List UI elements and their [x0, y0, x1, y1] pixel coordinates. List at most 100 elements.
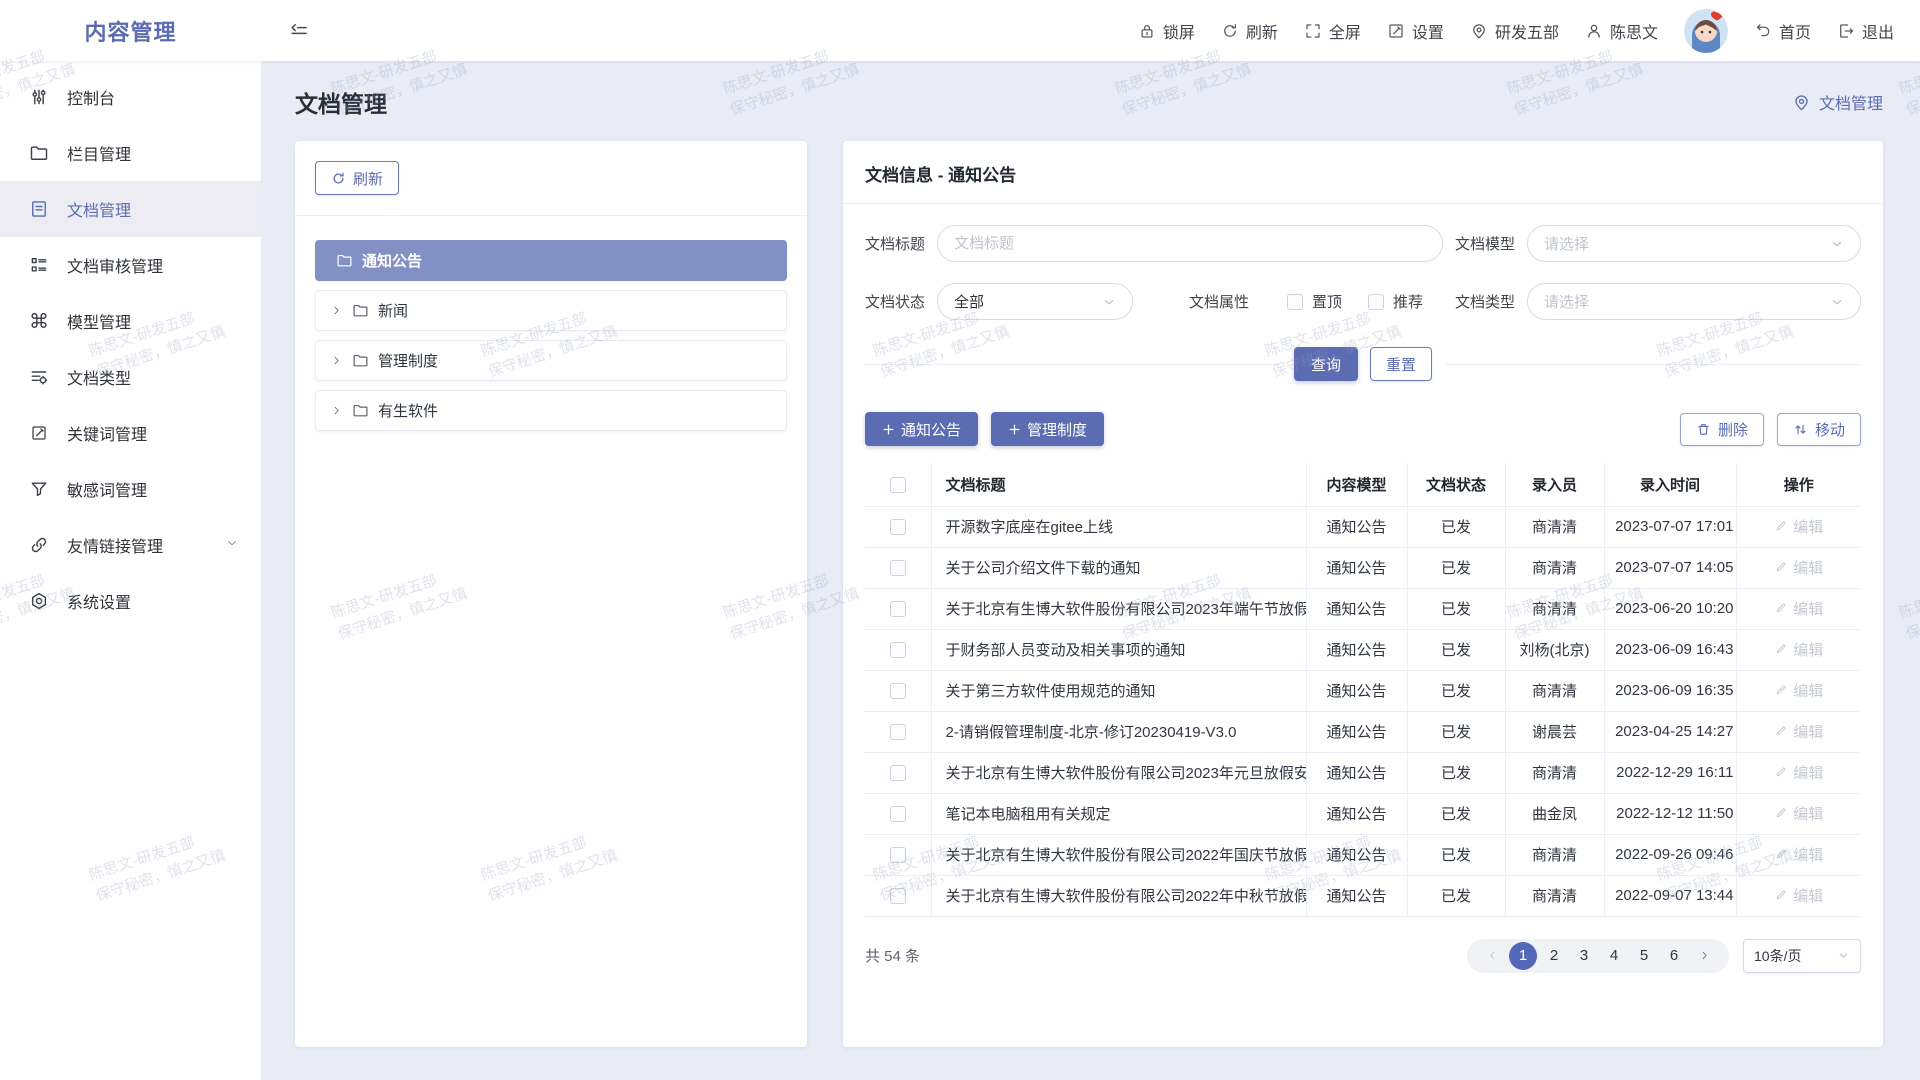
row-checkbox[interactable] [890, 806, 906, 822]
row-checkbox[interactable] [890, 724, 906, 740]
row-checkbox[interactable] [890, 642, 906, 658]
page-number-2[interactable]: 2 [1541, 942, 1567, 970]
pencil-icon [1774, 560, 1788, 574]
doc-model-cell: 通知公告 [1306, 834, 1407, 875]
move-button[interactable]: 移动 [1777, 413, 1861, 446]
sidebar-item-8[interactable]: 友情链接管理 [0, 517, 261, 573]
sidebar-item-label: 控制台 [67, 85, 115, 109]
header-action-lock[interactable]: 锁屏 [1138, 19, 1195, 43]
attr-recommend-checkbox[interactable]: 推荐 [1368, 291, 1423, 312]
attr-top-checkbox[interactable]: 置顶 [1287, 291, 1342, 312]
header-action-edit-square[interactable]: 设置 [1387, 19, 1444, 43]
doc-title-cell[interactable]: 关于北京有生博大软件股份有限公司2023年元旦放假安排... [931, 752, 1306, 793]
edit-button[interactable]: 编辑 [1774, 598, 1823, 619]
page-number-6[interactable]: 6 [1661, 942, 1687, 970]
add-rule-button[interactable]: 管理制度 [991, 412, 1104, 446]
doc-status-cell: 已发 [1407, 506, 1505, 547]
sidebar-item-2[interactable]: 文档管理 [0, 181, 261, 237]
header-action-fullscreen[interactable]: 全屏 [1304, 19, 1361, 43]
delete-button[interactable]: 删除 [1680, 413, 1764, 446]
sidebar-item-7[interactable]: 敏感词管理 [0, 461, 261, 517]
doc-model-cell: 通知公告 [1306, 711, 1407, 752]
table-row: 关于公司介绍文件下载的通知 通知公告 已发 商清清 2023-07-07 14:… [865, 547, 1861, 588]
doc-status-cell: 已发 [1407, 834, 1505, 875]
checkbox[interactable] [1287, 294, 1303, 310]
tree-node-2[interactable]: 管理制度 [315, 340, 787, 381]
header-action-logout[interactable]: 退出 [1837, 19, 1894, 43]
row-checkbox[interactable] [890, 519, 906, 535]
edit-button[interactable]: 编辑 [1774, 680, 1823, 701]
table-column-header: 内容模型 [1306, 463, 1407, 506]
select-all-checkbox[interactable] [890, 477, 906, 493]
edit-button[interactable]: 编辑 [1774, 721, 1823, 742]
next-page-button[interactable] [1691, 942, 1717, 970]
edit-button[interactable]: 编辑 [1774, 516, 1823, 537]
collapse-menu-icon[interactable] [289, 21, 309, 41]
tree-node-label: 通知公告 [362, 250, 422, 271]
doc-title-input[interactable] [954, 235, 1426, 252]
doc-title-cell[interactable]: 关于第三方软件使用规范的通知 [931, 670, 1306, 711]
user-avatar[interactable] [1684, 9, 1728, 53]
edit-button[interactable]: 编辑 [1774, 885, 1823, 906]
row-checkbox[interactable] [890, 847, 906, 863]
doc-title-cell[interactable]: 关于北京有生博大软件股份有限公司2022年国庆节放假安... [931, 834, 1306, 875]
header-action-user[interactable]: 陈思文 [1585, 19, 1658, 43]
edit-button[interactable]: 编辑 [1774, 639, 1823, 660]
sidebar-item-label: 文档管理 [67, 197, 131, 221]
page-size-select[interactable]: 10条/页 [1743, 939, 1861, 973]
chevron-right-icon[interactable] [330, 354, 343, 367]
doc-title-cell[interactable]: 关于北京有生博大软件股份有限公司2022年中秋节放假安... [931, 875, 1306, 916]
pagination: 123456 [1467, 939, 1729, 973]
page-number-3[interactable]: 3 [1571, 942, 1597, 970]
doc-status-select[interactable]: 全部 [937, 283, 1133, 320]
doc-title-cell[interactable]: 笔记本电脑租用有关规定 [931, 793, 1306, 834]
sidebar-item-4[interactable]: ⌘ 模型管理 [0, 293, 261, 349]
folder-small-icon [352, 302, 369, 319]
row-checkbox[interactable] [890, 683, 906, 699]
edit-button[interactable]: 编辑 [1774, 803, 1823, 824]
page-number-4[interactable]: 4 [1601, 942, 1627, 970]
header-action-refresh[interactable]: 刷新 [1221, 19, 1278, 43]
sliders-icon [28, 87, 50, 107]
tree-node-1[interactable]: 新闻 [315, 290, 787, 331]
pin-icon [1470, 22, 1488, 40]
prev-page-button[interactable] [1479, 942, 1505, 970]
sidebar-item-5[interactable]: 文档类型 [0, 349, 261, 405]
sidebar-item-1[interactable]: 栏目管理 [0, 125, 261, 181]
row-checkbox[interactable] [890, 765, 906, 781]
doc-title-cell[interactable]: 关于公司介绍文件下载的通知 [931, 547, 1306, 588]
page-number-5[interactable]: 5 [1631, 942, 1657, 970]
sidebar-item-9[interactable]: 系统设置 [0, 573, 261, 629]
edit-button[interactable]: 编辑 [1774, 844, 1823, 865]
tree-node-0[interactable]: 通知公告 [315, 240, 787, 281]
doc-title-cell[interactable]: 2-请销假管理制度-北京-修订20230419-V3.0 [931, 711, 1306, 752]
add-notice-button[interactable]: 通知公告 [865, 412, 978, 446]
table-row: 关于北京有生博大软件股份有限公司2023年端午节放假安... 通知公告 已发 商… [865, 588, 1861, 629]
tree-node-3[interactable]: 有生软件 [315, 390, 787, 431]
breadcrumb[interactable]: 文档管理 [1792, 90, 1883, 114]
doc-title-cell[interactable]: 于财务部人员变动及相关事项的通知 [931, 629, 1306, 670]
checkbox[interactable] [1368, 294, 1384, 310]
page-number-1[interactable]: 1 [1509, 942, 1537, 970]
doc-model-select[interactable]: 请选择 [1527, 225, 1861, 262]
row-checkbox[interactable] [890, 560, 906, 576]
edit-button[interactable]: 编辑 [1774, 557, 1823, 578]
tree-refresh-button[interactable]: 刷新 [315, 161, 399, 195]
link-icon [28, 535, 50, 555]
search-button[interactable]: 查询 [1294, 347, 1358, 381]
doc-title-cell[interactable]: 关于北京有生博大软件股份有限公司2023年端午节放假安... [931, 588, 1306, 629]
row-checkbox[interactable] [890, 601, 906, 617]
chevron-right-icon[interactable] [330, 404, 343, 417]
chevron-right-icon[interactable] [330, 304, 343, 317]
reset-button[interactable]: 重置 [1370, 347, 1432, 381]
sidebar-item-6[interactable]: 关键词管理 [0, 405, 261, 461]
row-checkbox[interactable] [890, 888, 906, 904]
doc-status-cell: 已发 [1407, 711, 1505, 752]
header-action-back[interactable]: 首页 [1754, 19, 1811, 43]
doc-title-cell[interactable]: 开源数字底座在gitee上线 [931, 506, 1306, 547]
header-action-pin[interactable]: 研发五部 [1470, 19, 1559, 43]
sidebar-item-3[interactable]: 文档审核管理 [0, 237, 261, 293]
doc-type-select[interactable]: 请选择 [1527, 283, 1861, 320]
sidebar-item-0[interactable]: 控制台 [0, 69, 261, 125]
edit-button[interactable]: 编辑 [1774, 762, 1823, 783]
